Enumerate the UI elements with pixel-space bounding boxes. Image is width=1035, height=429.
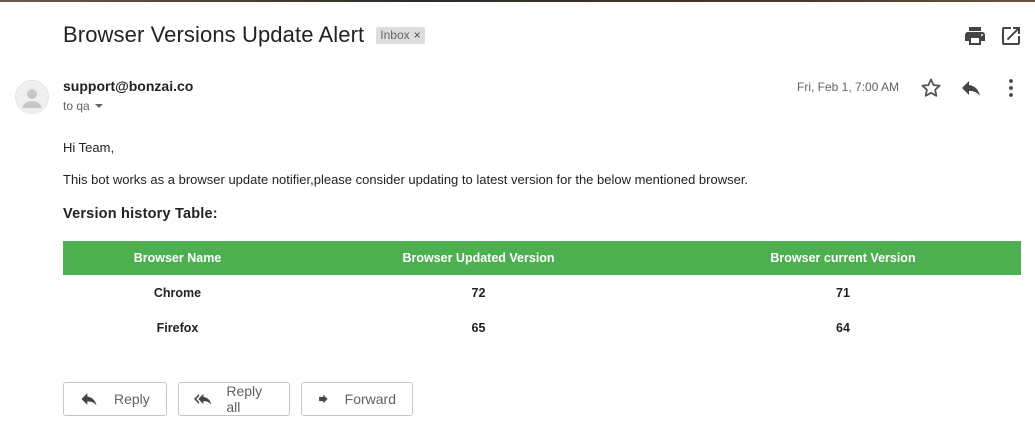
reply-all-label: Reply all bbox=[226, 383, 263, 415]
reply-icon bbox=[81, 393, 97, 406]
cell-updated-version: 65 bbox=[471, 320, 486, 335]
person-icon bbox=[22, 89, 42, 108]
inbox-label-chip: Inbox × bbox=[376, 26, 425, 44]
greeting: Hi Team, bbox=[63, 140, 115, 155]
sender-email[interactable]: support@bonzai.co bbox=[63, 78, 193, 94]
recipient-text: to qa bbox=[63, 99, 90, 113]
reply-actions: Reply Reply all Forward bbox=[63, 382, 424, 416]
reply-icon[interactable] bbox=[959, 76, 983, 100]
header-current-version: Browser current Version bbox=[665, 241, 1021, 275]
top-accent-bar bbox=[0, 0, 1035, 2]
cell-browser-name: Chrome bbox=[153, 285, 202, 300]
header-browser-name: Browser Name bbox=[63, 241, 292, 275]
show-details-chevron-down-icon[interactable] bbox=[94, 104, 103, 108]
avatar bbox=[15, 80, 49, 114]
reply-all-icon bbox=[194, 393, 212, 405]
top-toolbar bbox=[963, 24, 1035, 48]
reply-button[interactable]: Reply bbox=[63, 382, 167, 416]
more-vert-icon[interactable] bbox=[999, 76, 1023, 100]
message-actions bbox=[919, 76, 1035, 100]
inbox-label-text: Inbox bbox=[380, 27, 410, 42]
forward-label: Forward bbox=[344, 391, 396, 407]
cell-browser-name: Firefox bbox=[156, 320, 199, 335]
email-subject: Browser Versions Update Alert bbox=[63, 22, 365, 47]
forward-button[interactable]: Forward bbox=[301, 382, 413, 416]
email-date: Fri, Feb 1, 7:00 AM bbox=[797, 80, 900, 94]
subject-row: Browser Versions Update Alert Inbox × bbox=[63, 20, 425, 50]
remove-label-button[interactable]: × bbox=[414, 28, 421, 42]
cell-current-version: 64 bbox=[836, 320, 850, 335]
recipient-line: to qa bbox=[63, 99, 103, 113]
message-text: This bot works as a browser update notif… bbox=[63, 172, 749, 187]
cell-current-version: 71 bbox=[836, 285, 850, 300]
print-icon[interactable] bbox=[963, 24, 987, 48]
table-row: Chrome 72 71 bbox=[63, 275, 1021, 310]
table-title: Version history Table: bbox=[63, 206, 218, 222]
reply-all-button[interactable]: Reply all bbox=[178, 382, 290, 416]
version-history-table: Browser Name Browser Updated Version Bro… bbox=[63, 241, 1021, 345]
table-row: Firefox 65 64 bbox=[63, 310, 1021, 345]
star-icon[interactable] bbox=[919, 76, 943, 100]
reply-label: Reply bbox=[114, 391, 150, 407]
table-header-row: Browser Name Browser Updated Version Bro… bbox=[63, 241, 1021, 275]
header-updated-version: Browser Updated Version bbox=[292, 241, 665, 275]
forward-icon bbox=[319, 394, 328, 404]
open-in-new-window-icon[interactable] bbox=[999, 24, 1023, 48]
cell-updated-version: 72 bbox=[471, 285, 486, 300]
